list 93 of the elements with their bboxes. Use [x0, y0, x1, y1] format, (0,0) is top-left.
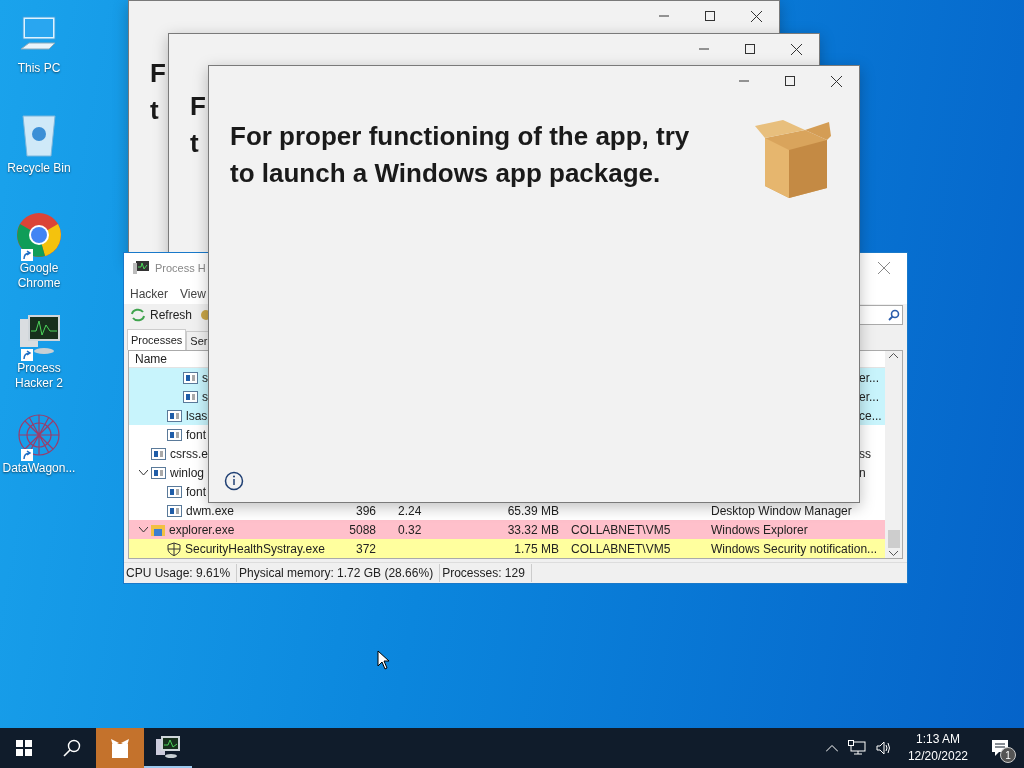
- speaker-icon[interactable]: [875, 741, 892, 755]
- status-text: Physical memory: 1.72 GB (28.66%): [237, 564, 441, 582]
- icon-label: Google Chrome: [16, 261, 62, 291]
- icon-label: This PC: [16, 61, 62, 76]
- process-name: explorer.exe: [169, 522, 235, 537]
- table-cell-text: 2.24: [397, 503, 422, 518]
- info-icon[interactable]: [224, 471, 244, 491]
- scroll-down-icon[interactable]: [889, 550, 898, 556]
- process-name: font: [186, 427, 206, 442]
- clock[interactable]: 1:13 AM 12/20/2022: [901, 731, 974, 765]
- table-cell: 372: [355, 541, 376, 556]
- message-text: For proper functioning of the app, try to launch a Windows app package.: [230, 120, 691, 190]
- column-header[interactable]: Name: [129, 352, 167, 366]
- table-cell-text: COLLABNET\VM5: [570, 541, 671, 556]
- message-text: F: [190, 90, 206, 123]
- gear-icon[interactable]: [198, 308, 209, 322]
- table-cell: 65.39 MB: [507, 503, 559, 518]
- chevron-up-icon[interactable]: [825, 744, 838, 752]
- message-text: t: [190, 127, 199, 160]
- process-name: s: [202, 370, 208, 385]
- process-name: csrss.e: [170, 446, 208, 461]
- table-cell-text: 0.32: [397, 522, 422, 537]
- folder-icon: [151, 523, 165, 536]
- table-cell-text: ce...: [858, 408, 882, 423]
- scroll-up-icon[interactable]: [889, 353, 898, 359]
- recycle-bin-icon: [19, 112, 59, 158]
- notification-count: 1: [1000, 747, 1016, 763]
- search-icon: [888, 309, 900, 321]
- maximize-icon: [705, 11, 715, 21]
- search-icon: [63, 739, 81, 757]
- network-icon[interactable]: [847, 740, 866, 756]
- mouse-cursor-icon: [377, 650, 389, 670]
- tab[interactable]: Processes: [127, 329, 187, 350]
- table-cell-text: COLLABNET\VM5: [570, 522, 671, 537]
- refresh-button[interactable]: Refresh: [128, 308, 195, 322]
- box-icon: [753, 118, 831, 198]
- icon-label: DataWagon...: [1, 461, 77, 476]
- table-cell: 5088: [349, 522, 376, 537]
- close-icon: [830, 75, 842, 87]
- package-icon: [108, 737, 132, 759]
- icon-label: Recycle Bin: [6, 161, 72, 176]
- process-name: SecurityHealthSystray.exe: [185, 541, 325, 556]
- window-icon: [151, 447, 166, 460]
- icon-label: Process Hacker 2: [14, 361, 64, 391]
- close-icon: [878, 261, 890, 274]
- window-icon: [151, 466, 166, 479]
- table-cell: Windows Security notification...: [711, 541, 878, 556]
- process-row[interactable]: explorer.exe 5088 0.32 33.32 MB COLLABNET\VM5 Windows Explorer: [129, 520, 885, 539]
- refresh-icon: [130, 308, 146, 322]
- maximize-icon: [785, 76, 795, 86]
- table-cell: 396: [355, 503, 376, 518]
- process-name: s: [202, 389, 208, 404]
- process-name: font: [186, 484, 206, 499]
- window-icon: [183, 371, 198, 384]
- table-cell: 1.75 MB: [514, 541, 559, 556]
- time-text: 1:13 AM: [915, 731, 960, 748]
- menu-item[interactable]: View: [180, 287, 206, 301]
- window-icon: [167, 409, 182, 422]
- table-cell-text: er...: [858, 370, 879, 385]
- close-icon: [790, 43, 802, 55]
- message-text: F: [150, 57, 166, 90]
- table-cell-text: n: [858, 465, 866, 480]
- chevron-down-icon[interactable]: [138, 469, 148, 476]
- monitor-icon: [155, 735, 181, 759]
- maximize-icon: [745, 44, 755, 54]
- table-cell-text: er...: [858, 389, 879, 404]
- scrollbar-thumb[interactable]: [887, 530, 900, 548]
- mesh-icon: [16, 412, 62, 458]
- process-row[interactable]: SecurityHealthSystray.exe 372 1.75 MB COLLABNET\VM5 Windows Security notification...: [129, 539, 885, 558]
- window-title: Process H: [155, 261, 206, 274]
- window-icon: [167, 485, 182, 498]
- table-cell: Desktop Window Manager: [711, 503, 852, 518]
- window-icon: [167, 504, 182, 517]
- monitor-icon: [132, 259, 150, 276]
- window-icon: [167, 428, 182, 441]
- menu-item[interactable]: Hacker: [130, 287, 168, 301]
- close-icon: [750, 10, 762, 22]
- table-cell: 33.32 MB: [507, 522, 559, 537]
- window-icon: [183, 390, 198, 403]
- process-name: winlog: [170, 465, 205, 480]
- message-text: t: [150, 94, 159, 127]
- process-name: dwm.exe: [186, 503, 235, 518]
- status-text: CPU Usage: 9.61%: [124, 564, 238, 582]
- browser-icon: [15, 211, 63, 259]
- shield-icon: [167, 541, 181, 556]
- chevron-down-icon[interactable]: [138, 526, 148, 533]
- date-text: 12/20/2022: [907, 748, 968, 765]
- table-cell: Windows Explorer: [711, 522, 808, 537]
- windows-logo-icon: [16, 740, 32, 756]
- status-text: Processes: 129: [440, 564, 532, 582]
- table-cell-text: ss: [858, 446, 871, 461]
- notification-button[interactable]: 1: [984, 732, 1016, 764]
- process-name: lsas: [186, 408, 208, 423]
